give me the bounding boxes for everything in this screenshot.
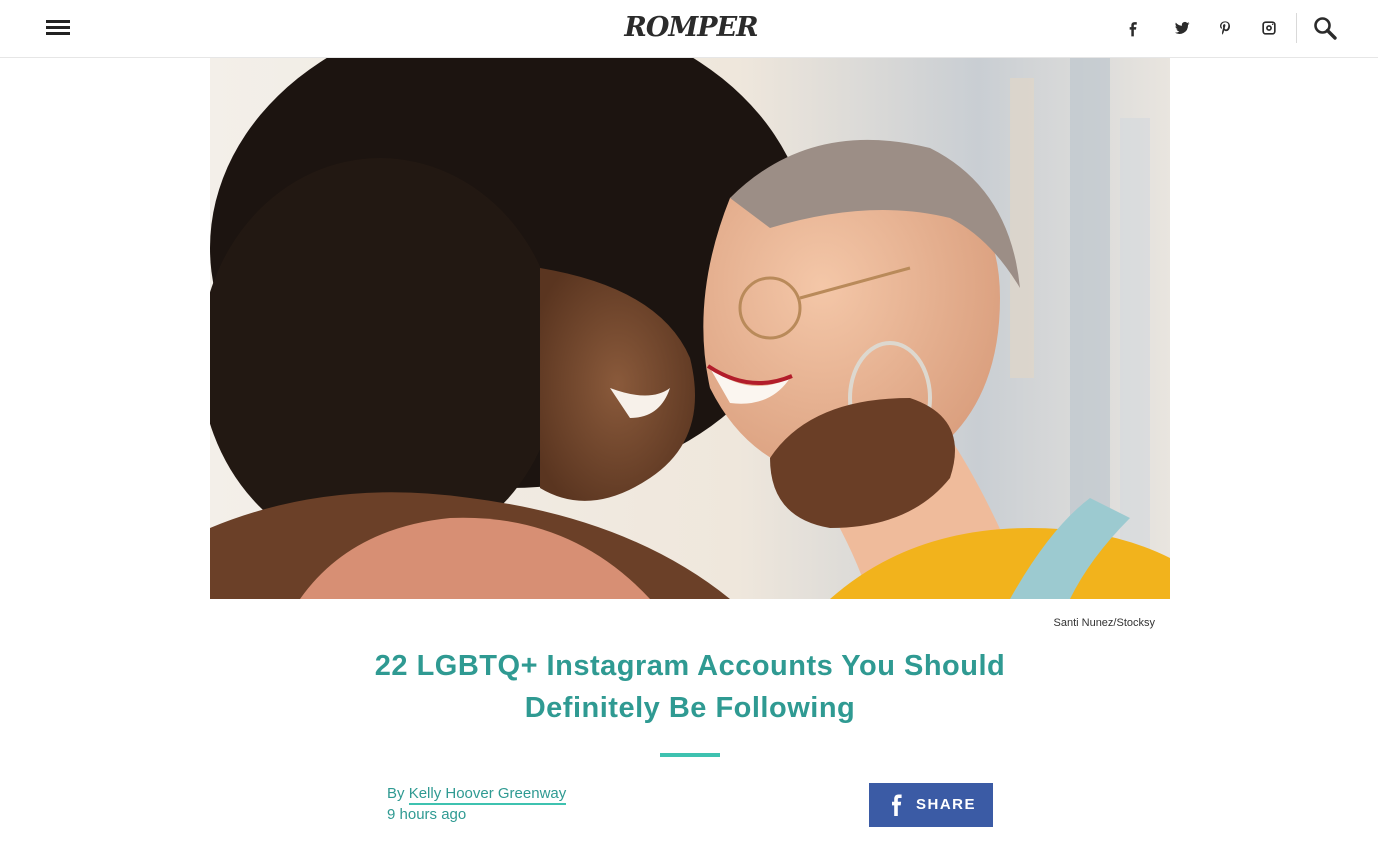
header-divider	[1296, 13, 1297, 43]
headline-divider	[660, 753, 720, 757]
instagram-icon[interactable]	[1255, 14, 1283, 42]
search-icon[interactable]	[1309, 12, 1341, 44]
pinterest-icon[interactable]	[1211, 14, 1239, 42]
byline-prefix: By	[387, 785, 405, 802]
image-credit: Santi Nunez/Stocksy	[1053, 617, 1156, 629]
hamburger-menu-icon[interactable]	[44, 18, 74, 38]
facebook-icon	[887, 794, 907, 816]
top-navigation-bar: ROMPER	[0, 0, 1378, 58]
author-link[interactable]: Kelly Hoover Greenway	[408, 785, 567, 805]
publish-time: 9 hours ago	[387, 806, 467, 823]
facebook-icon[interactable]	[1119, 14, 1147, 42]
twitter-icon[interactable]	[1168, 14, 1196, 42]
byline: By Kelly Hoover Greenway	[387, 785, 567, 805]
hero-image[interactable]	[210, 58, 1170, 599]
site-logo[interactable]: ROMPER	[624, 10, 758, 44]
article-headline: 22 LGBTQ+ Instagram Accounts You Should …	[374, 650, 1006, 724]
share-label: SHARE	[916, 796, 977, 813]
facebook-share-button[interactable]: SHARE	[869, 783, 993, 827]
